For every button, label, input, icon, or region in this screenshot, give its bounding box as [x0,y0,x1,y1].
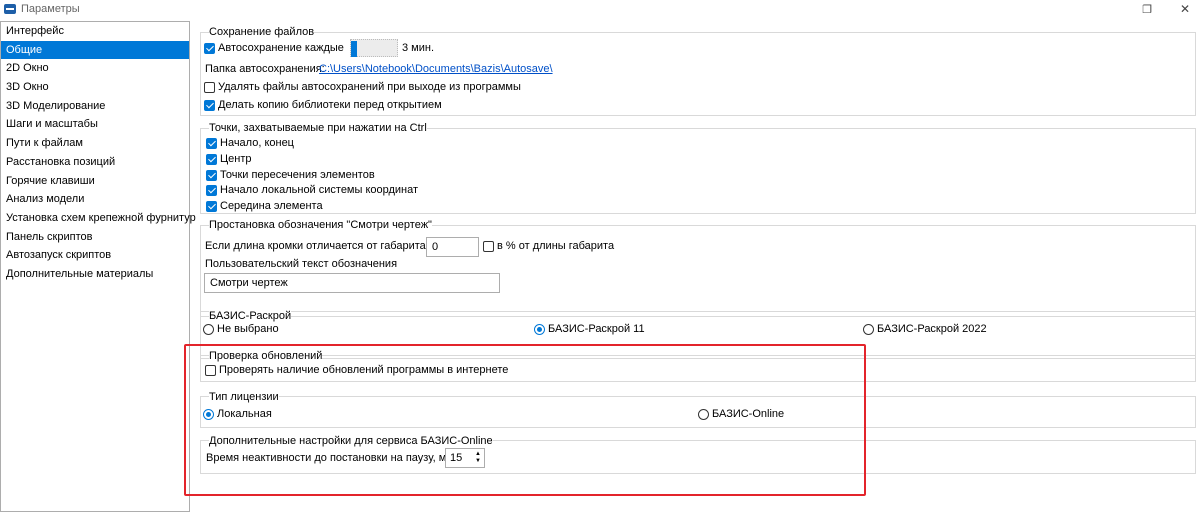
slider-thumb[interactable] [351,41,357,57]
bazis-cutting-group: БАЗИС-Раскрой [200,310,1196,359]
close-icon[interactable]: ✕ [1176,1,1194,17]
settings-panel: Сохранение файлов Автосохранение каждые … [196,21,1200,512]
snap-midpoint-label: Середина элемента [220,200,323,212]
settings-category-list: Интерфейс Общие 2D Окно 3D Окно 3D Модел… [0,21,204,512]
autosave-folder-link[interactable]: C:\Users\Notebook\Documents\Bazis\Autosa… [319,63,553,75]
sidebar-item-interface[interactable]: Интерфейс [1,22,189,41]
stepper-arrows[interactable]: ▲ ▼ [472,449,484,467]
sidebar-item-extra-materials[interactable]: Дополнительные материалы [1,265,189,284]
sidebar-item-hotkeys[interactable]: Горячие клавиши [1,172,189,191]
snap-midpoint-checkbox[interactable] [206,200,217,212]
sidebar-item-3d-modeling[interactable]: 3D Моделирование [1,97,189,116]
chevron-down-icon[interactable]: ▼ [475,458,481,465]
sidebar-item-3d-window[interactable]: 3D Окно [1,78,189,97]
snap-start-end-row: Начало, конец [206,137,294,149]
delete-on-exit-row: Удалять файлы автосохранений при выходе … [204,81,521,93]
percent-label: в % от длины габарита [497,240,615,252]
restore-icon[interactable]: ❐ [1138,1,1156,17]
percent-row: в % от длины габарита [483,240,614,252]
idle-time-label: Время неактивности до постановки на пауз… [206,452,462,464]
sidebar-item-scripts-panel[interactable]: Панель скриптов [1,228,189,247]
chevron-up-icon[interactable]: ▲ [475,451,481,458]
snap-start-end-label: Начало, конец [220,137,294,149]
group-title: Простановка обозначения "Смотри чертеж" [209,219,432,231]
delete-on-exit-checkbox[interactable] [204,81,215,93]
sidebar-item-model-analysis[interactable]: Анализ модели [1,190,189,209]
snap-local-origin-checkbox[interactable] [206,184,217,196]
sidebar-item-2d-window[interactable]: 2D Окно [1,59,189,78]
autosave-row: Автосохранение каждые [204,42,344,54]
license-local-row: Локальная [203,408,272,420]
title-bar: Параметры ❐ ✕ [0,0,1200,18]
autosave-interval-slider[interactable] [350,39,398,57]
snap-start-end-checkbox[interactable] [206,137,217,149]
snap-local-origin-label: Начало локальной системы координат [220,184,419,196]
check-updates-label: Проверять наличие обновлений программы в… [219,364,509,376]
edge-diff-label: Если длина кромки отличается от габарита… [205,240,442,252]
delete-on-exit-label: Удалять файлы автосохранений при выходе … [218,81,521,93]
custom-text-input[interactable]: Смотри чертеж [204,273,500,293]
edge-diff-input[interactable]: 0 [426,237,479,257]
license-online-row: БАЗИС-Online [698,408,784,420]
autosave-minutes: 3 мин. [402,42,435,54]
group-title: Сохранение файлов [209,26,315,38]
snap-intersections-row: Точки пересечения элементов [206,169,375,181]
cutting-2022-radio[interactable] [863,323,874,335]
autosave-folder-label: Папка автосохранения: [205,63,325,75]
snap-local-origin-row: Начало локальной системы координат [206,184,418,196]
snap-center-row: Центр [206,153,252,165]
cutting-none-label: Не выбрано [217,323,279,335]
snap-center-checkbox[interactable] [206,153,217,165]
autosave-label: Автосохранение каждые [218,42,344,54]
autosave-checkbox[interactable] [204,42,215,54]
cutting-none-radio[interactable] [203,323,214,335]
sidebar-item-steps-scales[interactable]: Шаги и масштабы [1,115,189,134]
group-title: Проверка обновлений [209,350,323,362]
backup-library-row: Делать копию библиотеки перед открытием [204,99,442,111]
license-local-radio[interactable] [203,408,214,420]
cutting-11-row: БАЗИС-Раскрой 11 [534,323,645,335]
snap-center-label: Центр [220,153,252,165]
group-title: БАЗИС-Раскрой [209,310,292,322]
group-title: Дополнительные настройки для сервиса БАЗ… [209,435,493,447]
cutting-2022-label: БАЗИС-Раскрой 2022 [877,323,987,335]
backup-library-checkbox[interactable] [204,99,215,111]
license-local-label: Локальная [217,408,272,420]
group-title: Точки, захватываемые при нажатии на Ctrl [209,122,427,134]
sidebar-item-file-paths[interactable]: Пути к файлам [1,134,189,153]
cutting-11-radio[interactable] [534,323,545,335]
window-title: Параметры [21,3,80,15]
snap-intersections-checkbox[interactable] [206,169,217,181]
sidebar-item-script-autorun[interactable]: Автозапуск скриптов [1,246,189,265]
snap-midpoint-row: Середина элемента [206,200,323,212]
snap-intersections-label: Точки пересечения элементов [220,169,375,181]
idle-time-value: 15 [450,452,463,464]
app-icon [4,4,16,14]
see-drawing-group: Простановка обозначения "Смотри чертеж" [200,219,1196,317]
backup-library-label: Делать копию библиотеки перед открытием [218,99,442,111]
custom-text-label: Пользовательский текст обозначения [205,258,398,270]
percent-checkbox[interactable] [483,240,494,252]
check-updates-row: Проверять наличие обновлений программы в… [205,364,508,376]
sidebar-item-fastener-schemes[interactable]: Установка схем крепежной фурнитуры [1,209,204,228]
cutting-2022-row: БАЗИС-Раскрой 2022 [863,323,987,335]
check-updates-checkbox[interactable] [205,364,216,376]
idle-time-stepper[interactable]: 15 ▲ ▼ [445,448,485,468]
sidebar-item-general[interactable]: Общие [1,40,189,60]
cutting-11-label: БАЗИС-Раскрой 11 [548,323,645,335]
license-online-radio[interactable] [698,408,709,420]
sidebar-item-positions[interactable]: Расстановка позиций [1,153,189,172]
group-title: Тип лицензии [209,391,279,403]
license-online-label: БАЗИС-Online [712,408,785,420]
cutting-none-row: Не выбрано [203,323,279,335]
